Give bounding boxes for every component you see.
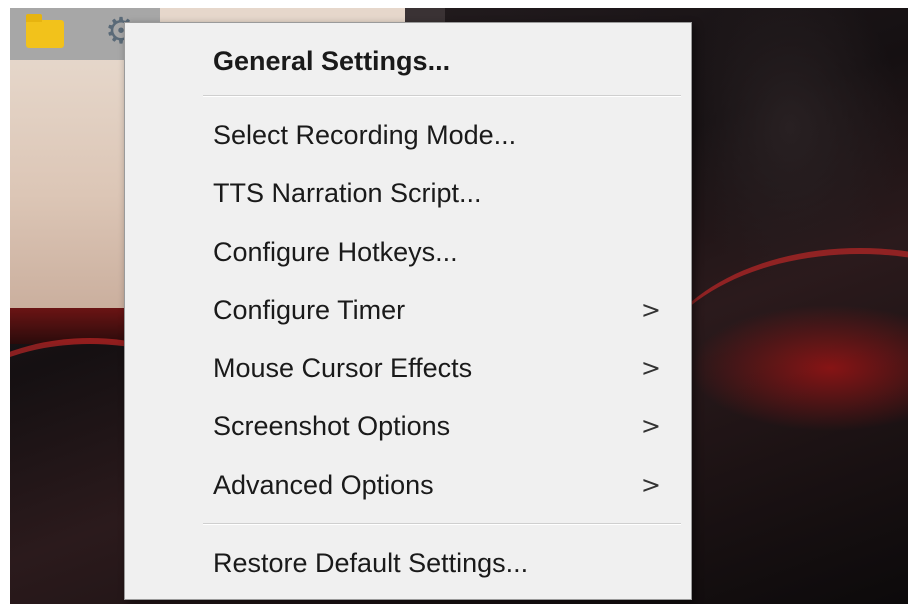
menu-item-label: Restore Default Settings... — [213, 547, 529, 578]
menu-item-restore-default-settings[interactable]: Restore Default Settings... — [125, 534, 691, 592]
submenu-arrow-icon: > — [640, 296, 661, 324]
submenu-arrow-icon: > — [640, 412, 661, 440]
submenu-arrow-icon: > — [640, 354, 661, 382]
menu-item-tts-narration-script[interactable]: TTS Narration Script... — [125, 164, 691, 222]
menu-item-configure-timer[interactable]: Configure Timer > — [125, 281, 691, 339]
menu-item-mouse-cursor-effects[interactable]: Mouse Cursor Effects > — [125, 339, 691, 397]
menu-item-screenshot-options[interactable]: Screenshot Options > — [125, 397, 691, 455]
menu-item-advanced-options[interactable]: Advanced Options > — [125, 456, 691, 514]
folder-icon[interactable] — [10, 8, 80, 60]
submenu-arrow-icon: > — [640, 471, 661, 499]
menu-separator — [203, 95, 681, 97]
menu-item-label: Configure Hotkeys... — [213, 236, 458, 267]
settings-context-menu: General Settings... Select Recording Mod… — [124, 22, 692, 600]
menu-item-label: Configure Timer — [213, 294, 406, 325]
menu-separator — [203, 523, 681, 525]
menu-item-label: TTS Narration Script... — [213, 177, 482, 208]
menu-item-label: General Settings... — [213, 45, 451, 76]
menu-item-label: Select Recording Mode... — [213, 119, 517, 150]
menu-item-general-settings[interactable]: General Settings... — [125, 32, 691, 90]
menu-item-label: Mouse Cursor Effects — [213, 352, 473, 383]
menu-item-select-recording-mode[interactable]: Select Recording Mode... — [125, 106, 691, 164]
menu-item-label: Advanced Options — [213, 469, 434, 500]
folder-icon-shape — [26, 14, 64, 48]
menu-item-label: Screenshot Options — [213, 410, 451, 441]
menu-item-configure-hotkeys[interactable]: Configure Hotkeys... — [125, 223, 691, 281]
